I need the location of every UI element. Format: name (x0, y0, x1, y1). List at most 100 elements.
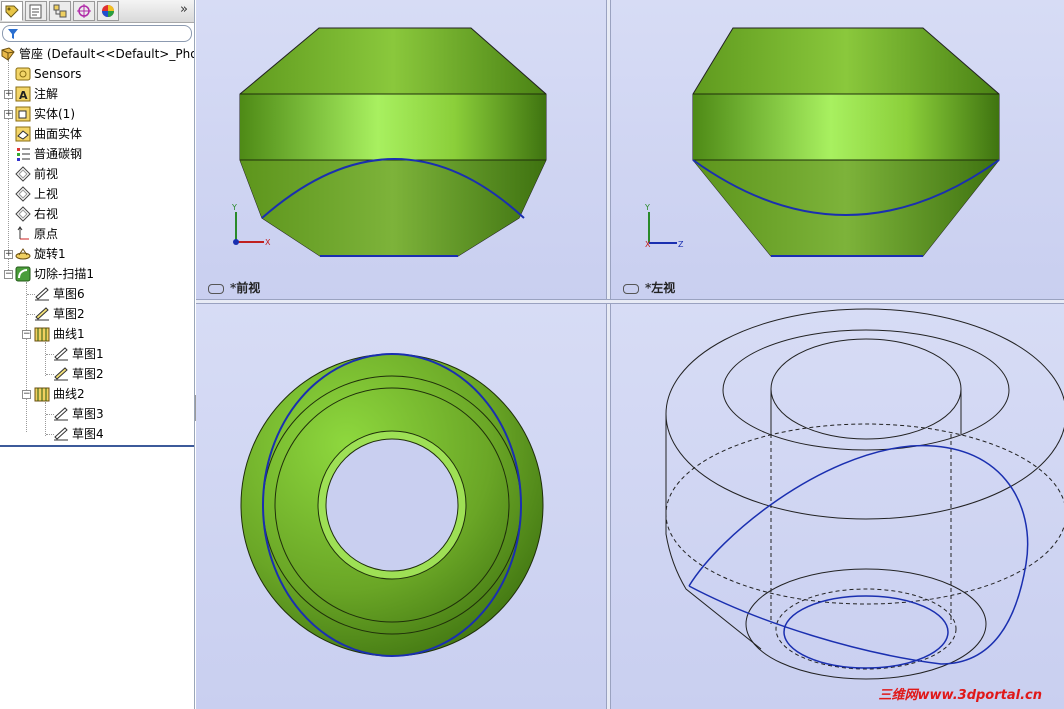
sketch-icon (35, 287, 49, 301)
filter-icon (8, 29, 18, 39)
tree-item-top-plane[interactable]: 上视 (15, 184, 193, 204)
top-bore-hole (325, 438, 459, 572)
feature-tree-icon (5, 5, 19, 18)
tree-item-label: 草图2 (72, 367, 104, 381)
expand-revolve-toggle[interactable]: + (4, 250, 13, 259)
tree-item-right-plane[interactable]: 右视 (15, 204, 193, 224)
front-triad-x-label: X (265, 238, 271, 247)
feature-manager-tab[interactable] (1, 1, 23, 21)
display-manager-icon (102, 5, 114, 17)
origin-icon (17, 226, 29, 240)
sketch-icon (35, 307, 49, 321)
tree-item-label: 注解 (34, 87, 59, 101)
tree-item-label: 草图4 (72, 427, 104, 441)
left-triad-z-label: Z (678, 240, 684, 249)
expand-annotations-toggle[interactable]: + (4, 90, 13, 99)
front-view-label: *前视 (208, 279, 260, 296)
tree-item-sketch2[interactable]: 草图2 (34, 304, 193, 324)
viewport-top[interactable] (196, 304, 606, 709)
tree-item-material[interactable]: 普通碳钢 (15, 144, 193, 164)
viewport-front[interactable]: Y X *前视 (196, 0, 606, 299)
solid-bodies-icon (15, 106, 31, 122)
front-center-band (240, 94, 546, 160)
tree-filter-field[interactable] (2, 25, 192, 42)
collapse-curve2-toggle[interactable]: − (22, 390, 31, 399)
front-lower-face (240, 160, 546, 256)
viewport-left[interactable]: Y X Z *左视 (611, 0, 1064, 299)
tree-connector (45, 342, 46, 376)
revolve-icon (15, 248, 31, 260)
tree-item-curve1[interactable]: 曲线1 (34, 324, 193, 344)
collapse-curve1-toggle[interactable]: − (22, 330, 31, 339)
tree-item-sketch1[interactable]: 草图1 (53, 344, 193, 364)
sensors-icon (15, 67, 31, 81)
tree-item-sketch2-sub[interactable]: 草图2 (53, 364, 193, 384)
link-views-icon (208, 283, 224, 294)
tree-item-sensors[interactable]: Sensors (15, 64, 193, 84)
tree-item-label: 切除-扫描1 (34, 267, 94, 281)
property-manager-icon (29, 4, 42, 19)
dimxpert-tab[interactable] (73, 1, 95, 21)
tree-item-label: 草图2 (53, 307, 85, 321)
more-tabs-chevron-icon[interactable]: » (180, 2, 188, 17)
tree-item-label: 草图1 (72, 347, 104, 361)
viewport-splitter-horizontal[interactable] (196, 299, 1064, 304)
tree-item-label: 旋转1 (34, 247, 66, 261)
tree-item-label: 原点 (34, 227, 59, 241)
tree-item-solid-bodies[interactable]: 实体(1) (15, 104, 193, 124)
annotations-icon: A (15, 86, 31, 102)
tree-root-part[interactable]: 管座 (Default<<Default>_Phot (0, 44, 194, 64)
display-manager-tab[interactable] (97, 1, 119, 21)
tree-item-surface-bodies[interactable]: 曲面实体 (15, 124, 193, 144)
left-view-name: *左视 (645, 281, 676, 295)
left-triad-y-label: Y (644, 203, 650, 212)
tree-item-label: 实体(1) (34, 107, 75, 121)
viewport-splitter-vertical[interactable] (606, 0, 611, 709)
tree-item-sketch6[interactable]: 草图6 (34, 284, 193, 304)
sketch-icon (54, 367, 68, 381)
front-view-name: *前视 (230, 281, 261, 295)
configuration-manager-tab[interactable] (49, 1, 71, 21)
tree-item-front-plane[interactable]: 前视 (15, 164, 193, 184)
tree-item-annotations[interactable]: A 注解 (15, 84, 193, 104)
tree-item-sketch4[interactable]: 草图4 (53, 424, 193, 444)
left-view-label: *左视 (623, 279, 675, 296)
tree-item-label: 曲线2 (53, 387, 85, 401)
tree-item-sweep-cut1[interactable]: 切除-扫描1 (15, 264, 193, 284)
dimxpert-icon (77, 4, 91, 18)
expand-solid-bodies-toggle[interactable]: + (4, 110, 13, 119)
sketch-icon (54, 427, 68, 441)
collapse-sweep-cut-toggle[interactable]: − (4, 270, 13, 279)
tree-item-label: 草图3 (72, 407, 104, 421)
configuration-icon (53, 4, 67, 18)
front-triad-y-label: Y (231, 203, 237, 212)
watermark-text: 三维网www.3dportal.cn (878, 688, 1042, 703)
tree-item-label: 上视 (34, 187, 59, 201)
property-manager-tab[interactable] (25, 1, 47, 21)
tree-connector (45, 402, 46, 436)
link-views-icon (623, 283, 639, 294)
sketch-icon (54, 347, 68, 361)
tree-item-revolve1[interactable]: 旋转1 (15, 244, 193, 264)
plane-icon (15, 166, 31, 182)
tree-root-label: 管座 (Default<<Default>_Phot (19, 47, 195, 61)
plane-icon (15, 186, 31, 202)
svg-text:A: A (19, 89, 28, 102)
plane-icon (15, 206, 31, 222)
panel-tab-bar: » (0, 0, 194, 23)
left-center-band (693, 94, 999, 160)
tree-item-label: 右视 (34, 207, 59, 221)
viewport-isometric[interactable]: 三维网www.3dportal.cn (611, 304, 1064, 709)
tree-item-curve2[interactable]: 曲线2 (34, 384, 193, 404)
tree-item-sketch3[interactable]: 草图3 (53, 404, 193, 424)
part-icon (1, 47, 15, 61)
tree-item-label: 曲线1 (53, 327, 85, 341)
tree-item-label: 前视 (34, 167, 59, 181)
material-icon (17, 148, 30, 161)
tree-connector (26, 282, 27, 432)
isometric-wireframe-model (665, 308, 1064, 680)
surface-bodies-icon (15, 126, 31, 142)
tree-item-label: Sensors (34, 67, 82, 81)
tree-item-origin[interactable]: 原点 (15, 224, 193, 244)
left-view-model: Y X Z (644, 27, 1000, 257)
